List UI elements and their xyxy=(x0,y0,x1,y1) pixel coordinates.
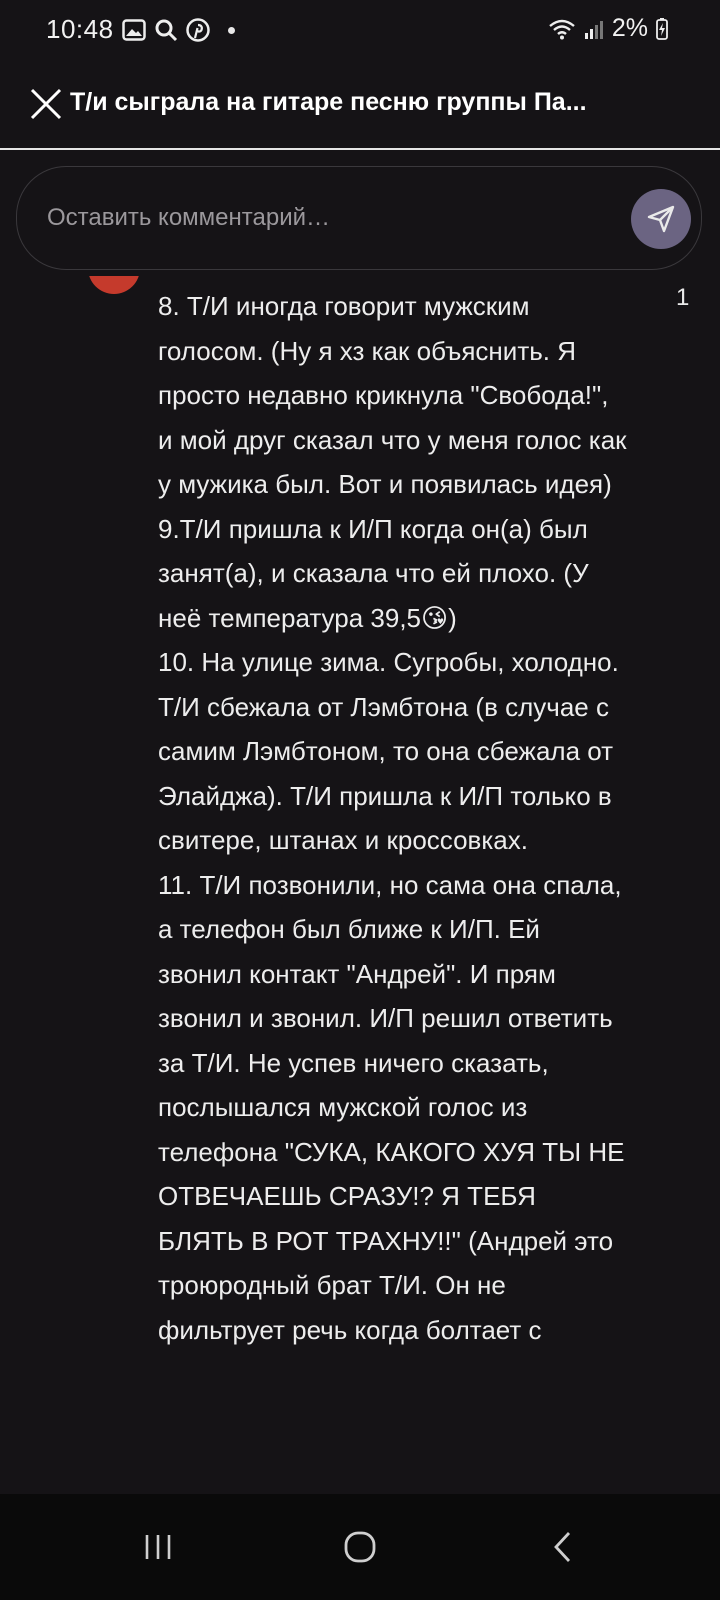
pinterest-icon xyxy=(186,18,210,42)
home-button[interactable] xyxy=(330,1524,390,1570)
dot-icon xyxy=(228,26,235,34)
signal-icon xyxy=(584,20,603,39)
page-number: 1 xyxy=(676,284,690,311)
header: Т/и сыграла на гитаре песню группы Па... xyxy=(0,64,720,150)
send-button[interactable] xyxy=(631,189,691,249)
wifi-icon xyxy=(549,19,575,39)
gallery-icon xyxy=(122,19,146,41)
battery-charging-icon xyxy=(656,17,668,40)
header-divider xyxy=(0,148,720,150)
search-icon xyxy=(155,19,178,42)
back-icon xyxy=(554,1532,571,1562)
close-icon xyxy=(30,88,62,120)
avatar xyxy=(88,276,140,294)
status-icons-right: 2% xyxy=(548,14,668,43)
status-icons-left xyxy=(122,18,235,42)
recent-apps-icon xyxy=(145,1535,171,1559)
chapter-content[interactable]: 8. Т/И иногда говорит мужским голосом. (… xyxy=(0,276,720,1494)
battery-percent: 2% xyxy=(611,14,648,42)
comment-input[interactable] xyxy=(45,195,589,241)
chapter-text: 8. Т/И иногда говорит мужским голосом. (… xyxy=(158,291,627,1345)
comment-bar xyxy=(16,166,702,270)
recent-apps-button[interactable] xyxy=(128,1524,188,1570)
status-time: 10:48 xyxy=(46,14,114,44)
close-button[interactable] xyxy=(26,84,66,124)
page-title: Т/и сыграла на гитаре песню группы Па... xyxy=(70,88,587,116)
send-icon xyxy=(647,205,675,233)
back-button[interactable] xyxy=(532,1524,592,1570)
status-bar: 10:48 2% xyxy=(0,0,720,64)
home-icon xyxy=(344,1531,376,1563)
navigation-bar xyxy=(0,1494,720,1600)
